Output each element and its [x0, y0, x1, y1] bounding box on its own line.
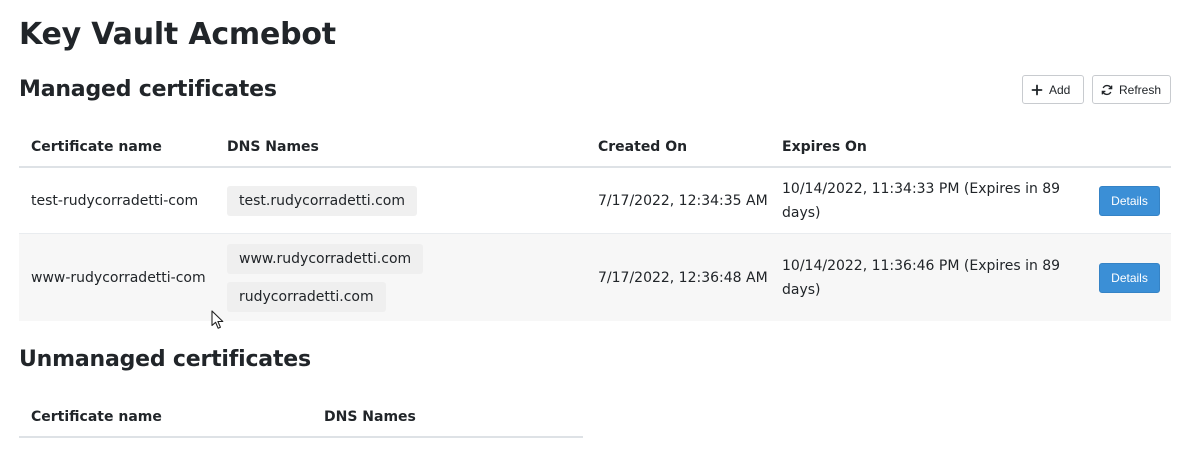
dns-name-badge: test.rudycorradetti.com: [227, 185, 417, 216]
certificate-name-cell: test-rudycorradetti-com: [19, 166, 215, 234]
managed-certificates-table: Certificate name DNS Names Created On Ex…: [19, 128, 1171, 321]
unmanaged-certificates-table: Certificate name DNS Names: [19, 398, 583, 438]
actions-cell: Details: [1087, 233, 1171, 321]
dns-names-cell: www.rudycorradetti.com rudycorradetti.co…: [215, 233, 586, 321]
column-header-dns-names: DNS Names: [215, 128, 586, 168]
refresh-button[interactable]: Refresh: [1092, 75, 1171, 104]
page: Key Vault Acmebot Managed certificates A…: [0, 0, 1201, 457]
created-on-cell: 7/17/2022, 12:34:35 AM: [586, 166, 770, 234]
created-on-cell: 7/17/2022, 12:36:48 AM: [586, 233, 770, 321]
details-button[interactable]: Details: [1099, 185, 1160, 216]
table-row: www-rudycorradetti-com www.rudycorradett…: [19, 233, 1171, 321]
table-header-row: Certificate name DNS Names: [19, 398, 583, 438]
column-header-expires-on: Expires On: [770, 128, 1087, 168]
column-header-dns-names: DNS Names: [312, 398, 583, 438]
table-header-row: Certificate name DNS Names Created On Ex…: [19, 128, 1171, 168]
add-button[interactable]: Add: [1022, 75, 1084, 104]
page-title: Key Vault Acmebot: [19, 17, 336, 52]
plus-icon: [1031, 84, 1043, 96]
managed-toolbar: Add Refresh: [1022, 75, 1171, 104]
column-header-certificate-name: Certificate name: [19, 398, 312, 438]
dns-names-cell: test.rudycorradetti.com: [215, 166, 586, 234]
details-button[interactable]: Details: [1099, 262, 1160, 293]
refresh-icon: [1101, 84, 1113, 96]
mouse-pointer-icon: [211, 310, 225, 330]
refresh-button-label: Refresh: [1119, 82, 1162, 97]
column-header-actions: [1087, 128, 1171, 168]
dns-name-badge: rudycorradetti.com: [227, 281, 386, 312]
unmanaged-certificates-heading: Unmanaged certificates: [19, 347, 311, 372]
column-header-created-on: Created On: [586, 128, 770, 168]
dns-name-badge: www.rudycorradetti.com: [227, 243, 424, 274]
table-row: test-rudycorradetti-com test.rudycorrade…: [19, 166, 1171, 234]
managed-certificates-heading: Managed certificates: [19, 77, 277, 102]
column-header-certificate-name: Certificate name: [19, 128, 215, 168]
certificate-name-cell: www-rudycorradetti-com: [19, 233, 215, 321]
actions-cell: Details: [1087, 166, 1171, 234]
expires-on-cell: 10/14/2022, 11:36:46 PM (Expires in 89 d…: [770, 233, 1087, 321]
add-button-label: Add: [1049, 82, 1071, 97]
expires-on-cell: 10/14/2022, 11:34:33 PM (Expires in 89 d…: [770, 166, 1087, 234]
